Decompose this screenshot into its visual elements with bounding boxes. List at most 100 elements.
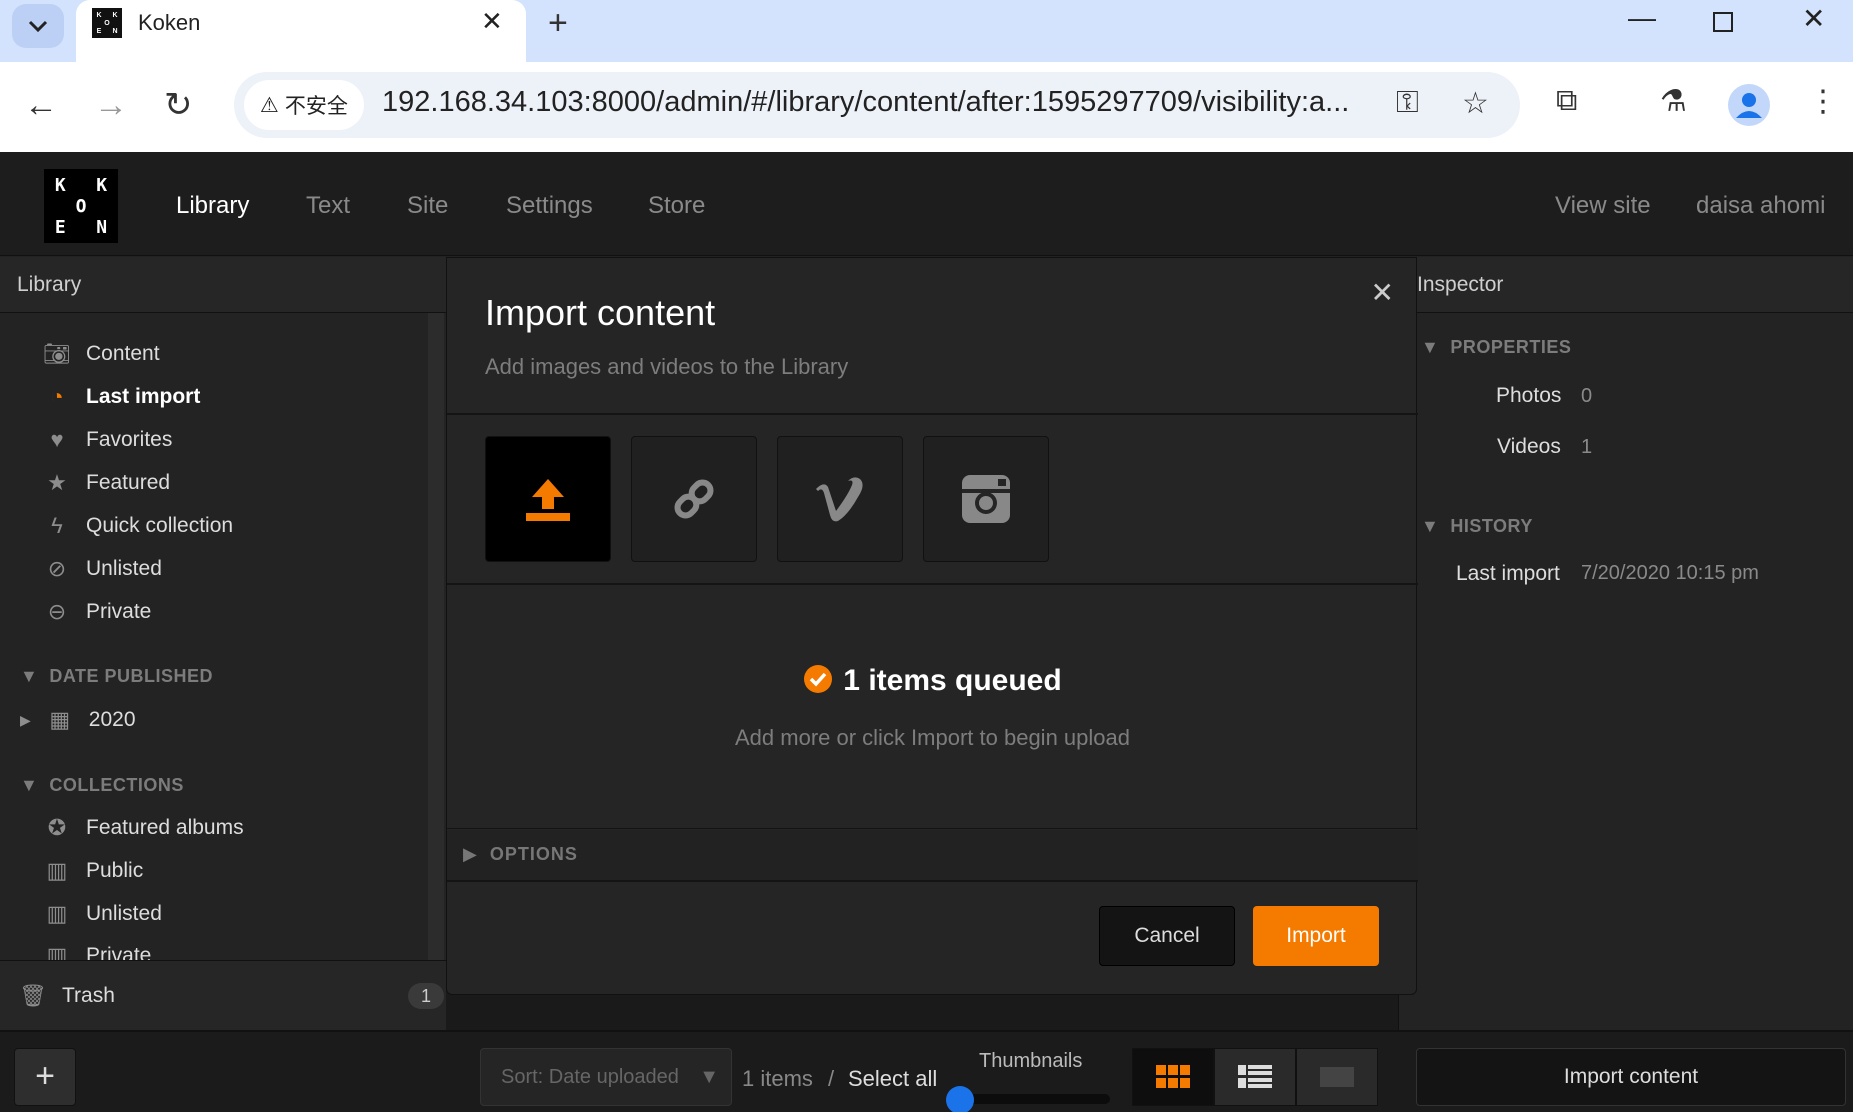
album-icon: ▥ [46, 858, 68, 883]
security-label: 不安全 [284, 95, 348, 118]
options-toggle[interactable]: ▶ OPTIONS [447, 830, 1418, 880]
logo-letter: E [54, 217, 66, 238]
last-import-label: Last import [1456, 562, 1560, 585]
add-button[interactable]: + [14, 1048, 76, 1106]
close-window-icon[interactable]: ✕ [1802, 2, 1825, 35]
labs-flask-icon[interactable]: ⚗ [1660, 84, 1687, 119]
favicon-letter: N [112, 27, 118, 35]
slider-handle[interactable] [946, 1086, 974, 1112]
properties-section[interactable]: ▼ PROPERTIES [1421, 337, 1571, 358]
upload-source-button[interactable] [485, 436, 611, 562]
nav-library[interactable]: Library [176, 192, 249, 220]
link-source-button[interactable] [631, 436, 757, 562]
sidebar-item-label: Unlisted [86, 557, 162, 580]
security-chip[interactable]: ⚠ 不安全 [244, 80, 364, 130]
import-content-button[interactable]: Import content [1416, 1048, 1846, 1106]
items-count: 1 items [742, 1066, 813, 1091]
sidebar-item-label: Trash [62, 984, 115, 1007]
sidebar-item-content[interactable]: 📷︎ Content [42, 341, 160, 367]
clipped-row: ▥ Private [0, 937, 428, 961]
date-published-section[interactable]: ▼ DATE PUBLISHED [20, 666, 213, 687]
logo-letter: O [75, 196, 87, 217]
nav-site[interactable]: Site [407, 192, 448, 220]
sidebar-item-year[interactable]: ▶ ▦ 2020 [20, 707, 136, 733]
sidebar-item-label: Featured [86, 471, 171, 494]
sidebar-item-label: Content [86, 342, 160, 365]
tab-close-icon[interactable]: ✕ [481, 6, 503, 37]
koken-logo[interactable]: K K O E N [44, 169, 118, 243]
sidebar-header: Library [0, 257, 446, 313]
modal-subtitle: Add images and videos to the Library [485, 354, 849, 379]
collections-section[interactable]: ▼ COLLECTIONS [20, 775, 184, 796]
expand-arrow-icon[interactable]: ▶ [20, 712, 31, 729]
chevron-down-icon [28, 20, 48, 33]
nav-settings[interactable]: Settings [506, 192, 593, 220]
thumbnails-label: Thumbnails [979, 1050, 1083, 1072]
vimeo-icon [816, 477, 863, 522]
sidebar-item-favorites[interactable]: ♥ Favorites [42, 427, 172, 453]
sort-select[interactable]: Sort: Date uploaded ▼ [480, 1048, 732, 1106]
sidebar-scrollbar[interactable] [428, 313, 444, 1016]
sidebar-item-unlisted-collection[interactable]: ▥ Unlisted [42, 901, 162, 927]
divider [447, 828, 1418, 829]
trash-item[interactable]: 🗑︎ Trash [18, 983, 115, 1009]
close-icon[interactable]: ✕ [1371, 276, 1394, 309]
vimeo-source-button[interactable] [777, 436, 903, 562]
import-modal: ✕ Import content Add images and videos t… [446, 257, 1418, 995]
view-site-link[interactable]: View site [1555, 192, 1651, 220]
star-icon: ★ [47, 470, 67, 495]
new-tab-icon[interactable]: + [548, 4, 568, 43]
koken-favicon-icon: K K O E N [92, 8, 122, 38]
divider [447, 583, 1418, 585]
menu-dots-icon[interactable]: ⋮ [1808, 84, 1838, 119]
check-circle-icon [804, 665, 833, 693]
single-view-button[interactable] [1296, 1048, 1378, 1106]
cancel-button[interactable]: Cancel [1099, 906, 1235, 966]
sidebar-item-private[interactable]: ⊖ Private [42, 599, 152, 625]
user-menu[interactable]: daisa ahomi [1696, 192, 1825, 220]
sidebar-item-featured-albums[interactable]: ✪ Featured albums [42, 815, 244, 841]
section-label: DATE PUBLISHED [49, 666, 214, 686]
instagram-source-button[interactable] [923, 436, 1049, 562]
reload-icon[interactable]: ↻ [164, 88, 193, 122]
grid-view-button[interactable] [1132, 1048, 1214, 1106]
minimize-icon[interactable]: — [1628, 2, 1656, 34]
sidebar-item-label: 2020 [88, 708, 136, 731]
tab-search-button[interactable] [12, 4, 64, 48]
bookmark-star-icon[interactable]: ☆ [1462, 86, 1489, 121]
forward-icon[interactable]: → [94, 88, 128, 122]
videos-value: 1 [1581, 436, 1593, 458]
maximize-icon[interactable] [1712, 8, 1734, 40]
select-all-link[interactable]: Select all [848, 1066, 937, 1092]
sidebar-item-last-import[interactable]: ◔ Last import [42, 384, 200, 410]
lightning-icon: ϟ [51, 513, 63, 538]
sidebar-item-private-collection[interactable]: ▥ Private [42, 943, 152, 961]
sidebar-item-trash[interactable]: 🗑︎ Trash 1 [0, 960, 446, 1030]
nav-store[interactable]: Store [648, 192, 705, 220]
address-bar[interactable]: ⚠ 不安全 192.168.34.103:8000/admin/#/librar… [234, 72, 1520, 138]
back-icon[interactable]: ← [24, 88, 58, 122]
calendar-icon: ▦ [49, 707, 71, 732]
browser-tab[interactable]: K K O E N Koken ✕ [76, 0, 526, 62]
sidebar-item-label: Private [86, 944, 152, 961]
import-button[interactable]: Import [1253, 906, 1379, 966]
list-view-button[interactable] [1214, 1048, 1296, 1106]
logo-letter: K [96, 175, 108, 196]
sidebar-item-public[interactable]: ▥ Public [42, 858, 144, 884]
thumbnail-size-slider[interactable] [962, 1094, 1110, 1104]
nav-text[interactable]: Text [306, 192, 350, 220]
sidebar-item-featured[interactable]: ★ Featured [42, 470, 170, 496]
trash-icon: 🗑︎ [19, 983, 47, 1008]
grid-icon [1156, 1065, 1190, 1088]
sidebar-item-unlisted[interactable]: ⊘ Unlisted [42, 556, 162, 582]
sidebar-item-quick-collection[interactable]: ϟ Quick collection [42, 513, 233, 539]
url-text[interactable]: 192.168.34.103:8000/admin/#/library/cont… [382, 86, 1392, 119]
key-icon[interactable]: ⚿ [1396, 86, 1419, 120]
sidebar-item-label: Public [86, 859, 144, 882]
history-section[interactable]: ▼ HISTORY [1421, 516, 1533, 537]
queue-hint: Add more or click Import to begin upload [735, 725, 1130, 750]
profile-avatar[interactable] [1728, 84, 1770, 126]
hidden-eye-icon: ⊘ [47, 556, 67, 581]
divider [447, 413, 1418, 415]
extensions-icon[interactable]: ⧉ [1556, 84, 1577, 118]
